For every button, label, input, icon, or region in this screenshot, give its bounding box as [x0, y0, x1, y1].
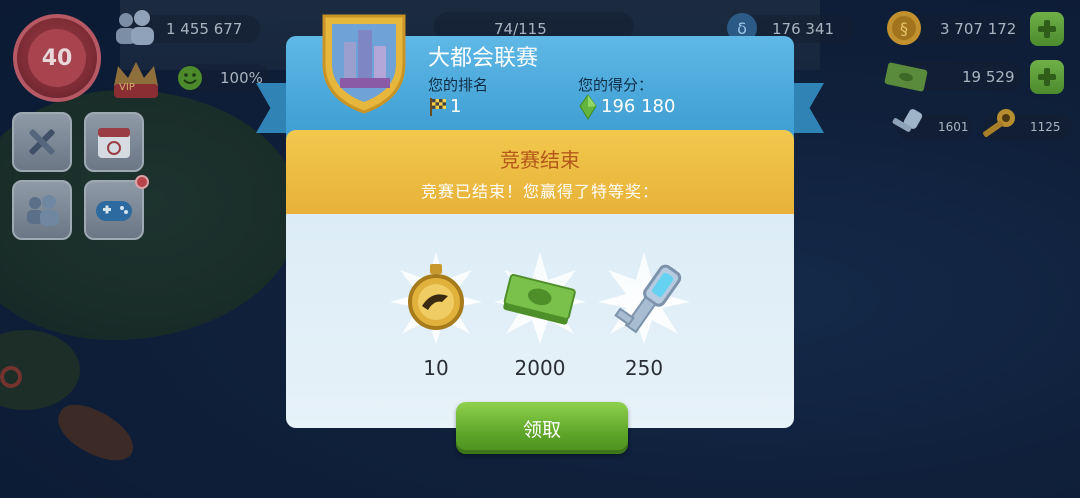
friends-button[interactable]: [12, 180, 72, 240]
vip-label: VIP: [119, 82, 135, 93]
tools-icon: [29, 129, 55, 155]
platinum-key-icon: [892, 109, 923, 132]
calendar-icon: [98, 128, 130, 158]
add-simcash-button[interactable]: [1030, 60, 1064, 94]
vip-crown-icon[interactable]: [108, 56, 164, 102]
level-badge[interactable]: 40: [13, 14, 101, 102]
level-value: 40: [28, 29, 86, 87]
rank-label: 您的排名: [428, 76, 489, 94]
settings-tools-button[interactable]: [12, 112, 72, 172]
metropolis-league-shield-icon: [322, 14, 406, 114]
rank-value: 1: [450, 96, 462, 117]
population-value: 1 455 677: [166, 20, 243, 38]
platinum-keys-value: 1601: [938, 120, 969, 134]
calendar-button[interactable]: [84, 112, 144, 172]
simoleons-value: 3 707 172: [940, 20, 1017, 38]
simoleon-coin-icon: §: [887, 11, 921, 45]
svg-text:§: §: [900, 19, 908, 38]
games-button[interactable]: [84, 180, 144, 240]
banner-title: 竞赛结束: [500, 148, 580, 172]
score-label: 您的得分：: [578, 76, 654, 94]
reward-amount: 2000: [514, 356, 566, 380]
gamepad-icon: [96, 201, 132, 221]
simcash-icon: [884, 62, 928, 92]
checkered-flag-icon: [430, 98, 446, 116]
golden-keys-value: 1125: [1030, 120, 1061, 134]
green-diamond-icon: [579, 94, 597, 120]
speedup-stopwatch-icon: [390, 252, 482, 344]
reward-item: 250: [596, 250, 692, 380]
simcash-money-icon: [494, 252, 586, 344]
simcash-value: 19 529: [962, 68, 1015, 86]
reward-item: 2000: [492, 250, 588, 380]
reward-amount: 10: [423, 356, 449, 380]
golden-key-icon: [983, 109, 1015, 137]
score-value: 196 180: [601, 96, 676, 117]
dialog-title: 大都会联赛: [428, 46, 539, 71]
notification-dot: [135, 175, 149, 189]
happiness-value: 100%: [220, 69, 263, 87]
claim-button[interactable]: 领取: [456, 402, 628, 454]
reward-item: 10: [388, 250, 484, 380]
population-icon: [116, 10, 154, 45]
friends-icon: [27, 195, 59, 226]
add-simoleons-button[interactable]: [1030, 12, 1064, 46]
banner-subtitle: 竞赛已结束！您赢得了特等奖：: [420, 182, 659, 201]
reward-amount: 250: [624, 356, 664, 380]
happiness-smiley-icon: [178, 66, 202, 90]
platinum-key-icon: [598, 252, 690, 344]
